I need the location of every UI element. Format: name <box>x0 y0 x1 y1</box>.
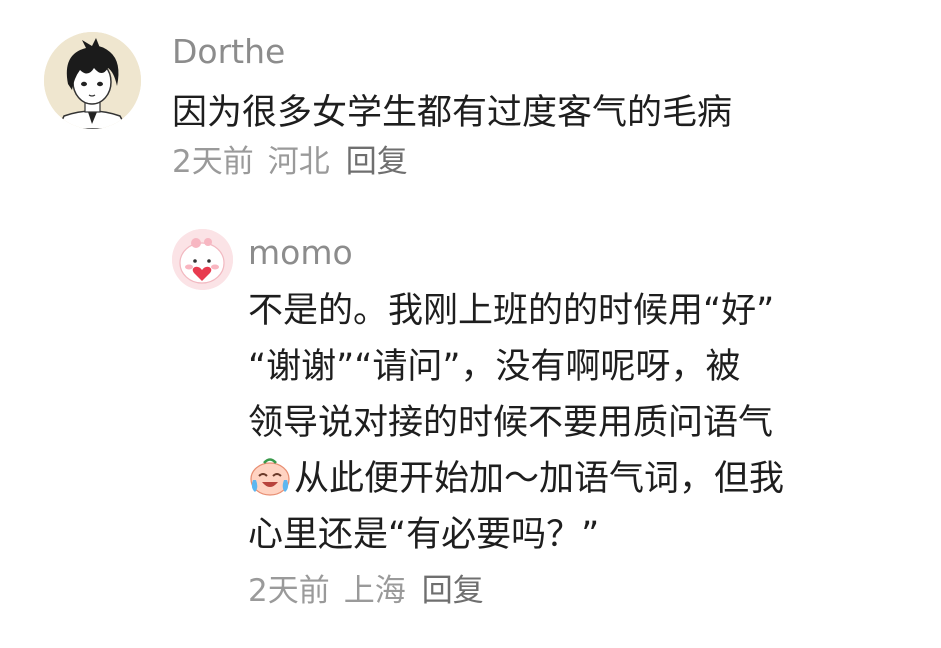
timestamp: 2天前 <box>172 144 254 180</box>
comment-text: 因为很多女学生都有过度客气的毛病 <box>172 93 733 133</box>
comment-line: 不是的。我刚上班的的时候用“好” <box>248 291 775 331</box>
timestamp: 2天前 <box>248 573 330 609</box>
avatar-pink-character-icon <box>172 229 233 290</box>
comment-body: Dorthe 因为很多女学生都有过度客气的毛病 2天前 河北 回复 <box>172 30 932 182</box>
username[interactable]: momo <box>248 229 928 277</box>
crying-laughing-emoji-icon <box>248 454 292 498</box>
reply-button[interactable]: 回复 <box>346 144 408 180</box>
username[interactable]: Dorthe <box>172 30 932 74</box>
comment-line: “谢谢”“请问”，没有啊呢呀，被 <box>248 347 741 387</box>
avatar[interactable] <box>172 229 233 290</box>
comment-text: 不是的。我刚上班的的时候用“好” “谢谢”“请问”，没有啊呢呀，被 领导说对接的… <box>248 283 928 563</box>
avatar[interactable] <box>44 32 141 129</box>
comment-body: momo 不是的。我刚上班的的时候用“好” “谢谢”“请问”，没有啊呢呀，被 领… <box>248 229 928 611</box>
comment-line-text: 从此便开始加～加语气词，但我 <box>294 459 785 499</box>
avatar-anime-boy-icon <box>44 32 141 129</box>
comment-line-with-emoji: 从此便开始加～加语气词，但我 <box>248 451 928 507</box>
comment-meta: 2天前 河北 回复 <box>172 142 932 182</box>
comment-line: 心里还是“有必要吗？” <box>248 515 600 555</box>
comment-meta: 2天前 上海 回复 <box>248 571 928 611</box>
comment-line: 领导说对接的时候不要用质问语气 <box>248 403 774 443</box>
location: 河北 <box>267 144 330 180</box>
reply-button[interactable]: 回复 <box>422 573 484 609</box>
location: 上海 <box>343 573 406 609</box>
